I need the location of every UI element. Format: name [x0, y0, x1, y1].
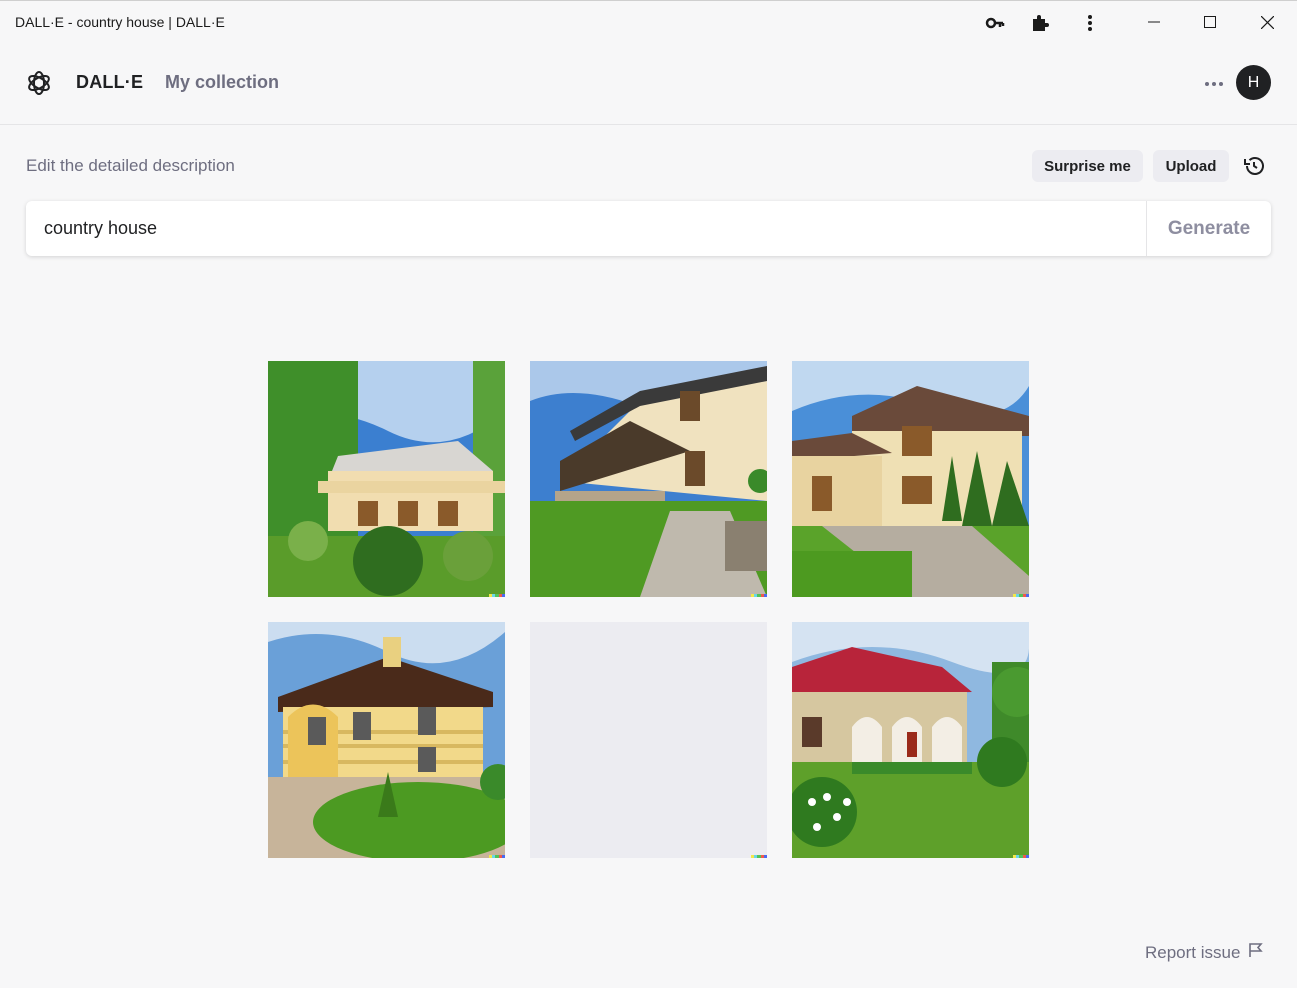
- upload-button[interactable]: Upload: [1153, 150, 1229, 182]
- generate-button[interactable]: Generate: [1146, 201, 1271, 256]
- user-avatar[interactable]: H: [1236, 65, 1271, 100]
- image-signature: [1013, 594, 1029, 597]
- maximize-icon[interactable]: [1187, 5, 1233, 39]
- app-header: DALL·E My collection H: [0, 44, 1297, 125]
- image-signature: [1013, 855, 1029, 858]
- window-titlebar: DALL·E - country house | DALL·E: [0, 0, 1297, 44]
- prompt-label: Edit the detailed description: [26, 156, 235, 175]
- prompt-box: Generate: [26, 201, 1271, 256]
- report-issue-link[interactable]: Report issue: [1145, 942, 1264, 963]
- result-image-1[interactable]: [268, 361, 505, 597]
- result-image-4[interactable]: [268, 622, 505, 858]
- result-image-3[interactable]: [792, 361, 1029, 597]
- more-options-icon[interactable]: [1200, 70, 1228, 98]
- image-signature: [489, 855, 505, 858]
- surprise-me-button[interactable]: Surprise me: [1032, 150, 1143, 182]
- image-signature: [489, 594, 505, 597]
- my-collection-link[interactable]: My collection: [165, 72, 279, 93]
- openai-logo-icon[interactable]: [25, 69, 53, 97]
- result-image-placeholder: [530, 622, 767, 858]
- report-issue-label: Report issue: [1145, 942, 1241, 962]
- minimize-icon[interactable]: [1131, 5, 1177, 39]
- image-signature: [751, 594, 767, 597]
- result-image-6[interactable]: [792, 622, 1029, 858]
- browser-menu-icon[interactable]: [1076, 9, 1104, 37]
- key-icon[interactable]: [981, 9, 1009, 37]
- image-signature: [751, 855, 767, 858]
- brand-name[interactable]: DALL·E: [76, 72, 143, 93]
- extensions-puzzle-icon[interactable]: [1026, 9, 1054, 37]
- history-icon[interactable]: [1240, 152, 1268, 180]
- window-title: DALL·E - country house | DALL·E: [15, 14, 225, 30]
- close-icon[interactable]: [1244, 5, 1290, 39]
- result-image-2[interactable]: [530, 361, 767, 597]
- flag-icon: [1248, 942, 1264, 963]
- prompt-input[interactable]: [26, 201, 1146, 256]
